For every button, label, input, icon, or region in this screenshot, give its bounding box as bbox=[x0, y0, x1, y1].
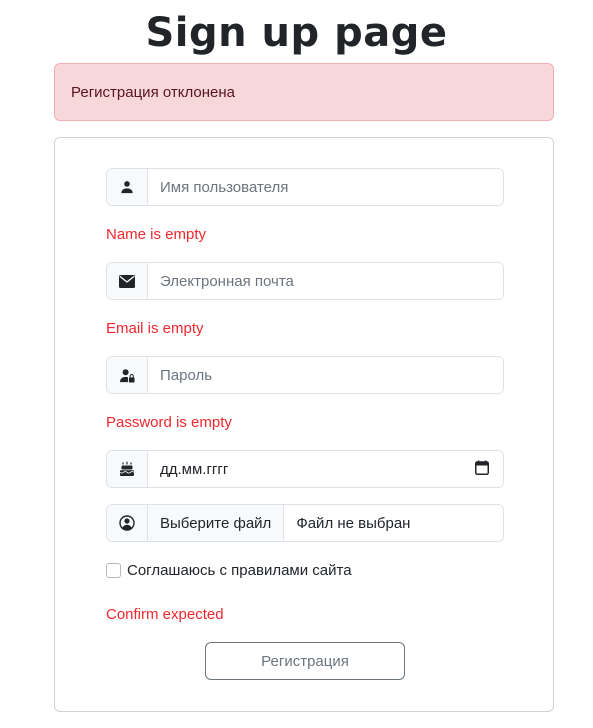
alert-message: Регистрация отклонена bbox=[71, 83, 235, 101]
email-error: Email is empty bbox=[106, 320, 204, 337]
agree-label[interactable]: Соглашаюсь с правилами сайта bbox=[127, 562, 352, 579]
calendar-icon[interactable] bbox=[475, 460, 489, 479]
birthdate-placeholder: дд.мм.гггг bbox=[160, 460, 229, 478]
email-input-group bbox=[106, 262, 504, 300]
password-input-group bbox=[106, 356, 504, 394]
agree-error: Confirm expected bbox=[106, 606, 224, 623]
page-title: Sign up page bbox=[145, 10, 448, 56]
envelope-icon bbox=[107, 263, 148, 299]
username-input[interactable] bbox=[148, 169, 503, 205]
username-input-group bbox=[106, 168, 504, 206]
password-error: Password is empty bbox=[106, 414, 232, 431]
agree-checkbox[interactable] bbox=[106, 563, 121, 578]
email-input[interactable] bbox=[148, 263, 503, 299]
file-status: Файл не выбран bbox=[296, 514, 411, 532]
agree-row: Соглашаюсь с правилами сайта bbox=[106, 562, 352, 579]
signup-form-card: Name is empty Email is empty Password is… bbox=[54, 137, 554, 712]
password-input[interactable] bbox=[148, 357, 503, 393]
register-button[interactable]: Регистрация bbox=[205, 642, 405, 680]
birthdate-input-group: дд.мм.гггг bbox=[106, 450, 504, 488]
username-error: Name is empty bbox=[106, 226, 207, 243]
choose-file-button[interactable]: Выберите файл bbox=[148, 505, 285, 541]
error-alert: Регистрация отклонена bbox=[54, 63, 554, 121]
person-circle-icon bbox=[107, 505, 148, 541]
birthdate-input[interactable]: дд.мм.гггг bbox=[148, 451, 503, 487]
avatar-input-group: Выберите файл Файл не выбран bbox=[106, 504, 504, 542]
person-lock-icon bbox=[107, 357, 148, 393]
cake-icon bbox=[107, 451, 148, 487]
person-icon bbox=[107, 169, 148, 205]
